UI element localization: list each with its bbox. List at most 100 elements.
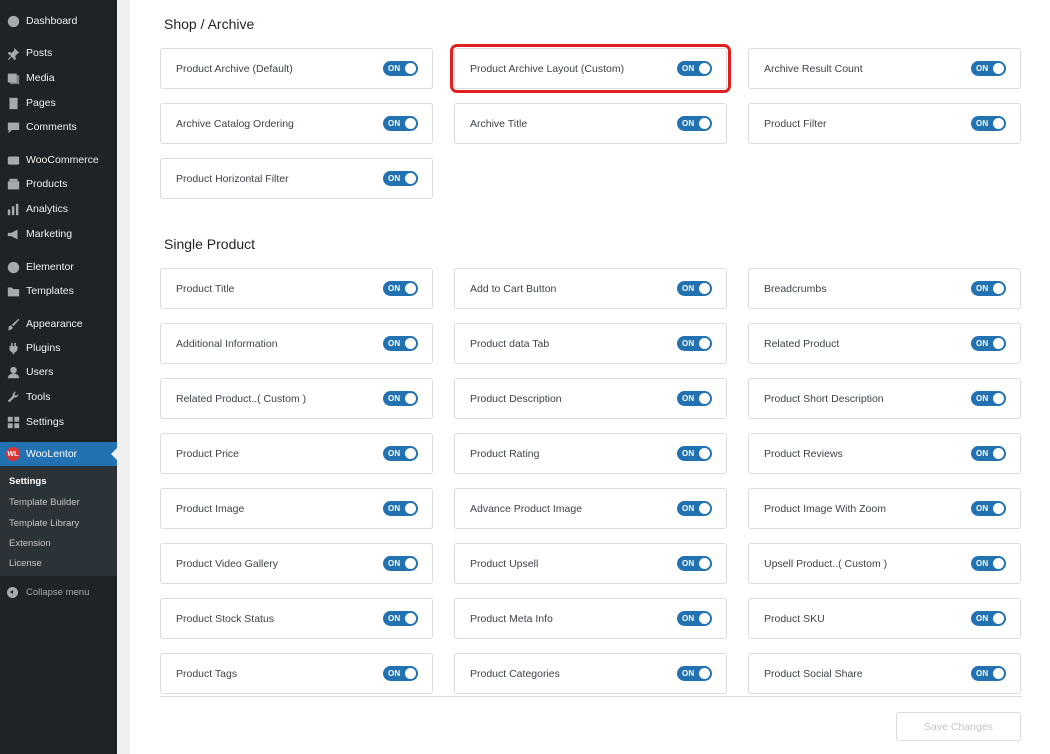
module-toggle[interactable]: ON (677, 556, 712, 571)
toggle-state-label: ON (682, 614, 695, 623)
analytics-icon (6, 202, 20, 216)
module-toggle[interactable]: ON (383, 391, 418, 406)
sidebar-item-label: Media (26, 72, 55, 84)
sidebar-item-woolentor[interactable]: WL WooLentor (0, 442, 117, 466)
toggle-knob (993, 668, 1004, 679)
toggle-state-label: ON (976, 394, 989, 403)
module-toggle[interactable]: ON (971, 336, 1006, 351)
module-toggle[interactable]: ON (383, 611, 418, 626)
active-indicator-arrow (111, 448, 117, 460)
sidebar-item-plugins[interactable]: Plugins (0, 336, 117, 360)
toggle-knob (699, 668, 710, 679)
module-toggle[interactable]: ON (383, 116, 418, 131)
module-toggle[interactable]: ON (383, 556, 418, 571)
module-label: Product Image (176, 502, 245, 515)
module-card: Product Archive (Default) ON (160, 48, 433, 89)
sidebar-item-tools[interactable]: Tools (0, 385, 117, 409)
module-card: Related Product..( Custom ) ON (160, 378, 433, 419)
module-toggle[interactable]: ON (677, 61, 712, 76)
module-toggle[interactable]: ON (971, 446, 1006, 461)
toggle-knob (699, 338, 710, 349)
module-toggle[interactable]: ON (383, 336, 418, 351)
sidebar-item-media[interactable]: Media (0, 66, 117, 90)
module-toggle[interactable]: ON (677, 611, 712, 626)
sidebar-item-dashboard[interactable]: Dashboard (0, 9, 117, 33)
module-toggle[interactable]: ON (383, 446, 418, 461)
module-card: Product Reviews ON (748, 433, 1021, 474)
module-card: Product SKU ON (748, 598, 1021, 639)
sidebar-item-marketing[interactable]: Marketing (0, 222, 117, 246)
sidebar-item-products[interactable]: Products (0, 172, 117, 196)
module-toggle[interactable]: ON (677, 446, 712, 461)
module-toggle[interactable]: ON (971, 281, 1006, 296)
submenu-item-license[interactable]: License (9, 558, 42, 569)
module-toggle[interactable]: ON (677, 666, 712, 681)
save-changes-button[interactable]: Save Changes (896, 712, 1021, 741)
sidebar-item-pages[interactable]: Pages (0, 91, 117, 115)
sidebar-item-elementor[interactable]: Elementor (0, 255, 117, 279)
woocommerce-icon (6, 153, 20, 167)
module-toggle[interactable]: ON (677, 281, 712, 296)
module-toggle[interactable]: ON (383, 281, 418, 296)
toggle-knob (699, 448, 710, 459)
module-label: Product Short Description (764, 392, 884, 405)
submenu-item-template-builder[interactable]: Template Builder (9, 497, 80, 508)
toggle-state-label: ON (388, 394, 401, 403)
toggle-knob (993, 283, 1004, 294)
module-toggle[interactable]: ON (971, 501, 1006, 516)
settings-icon (6, 415, 20, 429)
module-toggle[interactable]: ON (383, 501, 418, 516)
module-toggle[interactable]: ON (971, 556, 1006, 571)
sidebar-item-woocommerce[interactable]: WooCommerce (0, 148, 117, 172)
module-card: Product Stock Status ON (160, 598, 433, 639)
module-toggle[interactable]: ON (971, 61, 1006, 76)
toggle-knob (405, 63, 416, 74)
module-label: Add to Cart Button (470, 282, 557, 295)
admin-sidebar: Dashboard Posts Media Pages Comments WooComme… (0, 0, 117, 754)
toggle-state-label: ON (682, 64, 695, 73)
woolentor-submenu: Settings Template Builder Template Libra… (0, 466, 117, 576)
toggle-knob (405, 338, 416, 349)
submenu-item-template-library[interactable]: Template Library (9, 518, 79, 529)
toggle-knob (405, 283, 416, 294)
module-toggle[interactable]: ON (383, 61, 418, 76)
module-card: Upsell Product..( Custom ) ON (748, 543, 1021, 584)
sidebar-item-label: Users (26, 366, 54, 378)
module-label: Product Reviews (764, 447, 843, 460)
toggle-knob (993, 448, 1004, 459)
module-card: Product Image With Zoom ON (748, 488, 1021, 529)
toggle-state-label: ON (976, 504, 989, 513)
module-toggle[interactable]: ON (677, 391, 712, 406)
toggle-state-label: ON (976, 559, 989, 568)
submenu-item-extension[interactable]: Extension (9, 538, 51, 549)
module-toggle[interactable]: ON (677, 336, 712, 351)
toggle-knob (405, 668, 416, 679)
sidebar-item-appearance[interactable]: Appearance (0, 312, 117, 336)
module-toggle[interactable]: ON (971, 391, 1006, 406)
module-toggle[interactable]: ON (677, 116, 712, 131)
sidebar-item-comments[interactable]: Comments (0, 115, 117, 139)
sidebar-item-analytics[interactable]: Analytics (0, 197, 117, 221)
module-label: Product Upsell (470, 557, 539, 570)
collapse-arrow-icon (7, 586, 18, 598)
toggle-state-label: ON (976, 64, 989, 73)
submenu-item-settings[interactable]: Settings (9, 476, 46, 487)
toggle-state-label: ON (682, 394, 695, 403)
sidebar-item-label: Products (26, 178, 68, 190)
sidebar-item-users[interactable]: Users (0, 360, 117, 384)
sidebar-item-label: WooLentor (26, 448, 78, 460)
module-toggle[interactable]: ON (383, 171, 418, 186)
sidebar-item-templates[interactable]: Templates (0, 279, 117, 303)
module-toggle[interactable]: ON (971, 116, 1006, 131)
module-toggle[interactable]: ON (971, 666, 1006, 681)
toggle-knob (699, 613, 710, 624)
sidebar-item-label: Elementor (26, 261, 74, 273)
module-toggle[interactable]: ON (971, 611, 1006, 626)
sidebar-item-posts[interactable]: Posts (0, 41, 117, 65)
module-toggle[interactable]: ON (677, 501, 712, 516)
collapse-menu-button[interactable]: Collapse menu (0, 582, 117, 602)
module-label: Product Description (470, 392, 562, 405)
sidebar-item-settings[interactable]: Settings (0, 410, 117, 434)
module-toggle[interactable]: ON (383, 666, 418, 681)
module-card: Advance Product Image ON (454, 488, 727, 529)
